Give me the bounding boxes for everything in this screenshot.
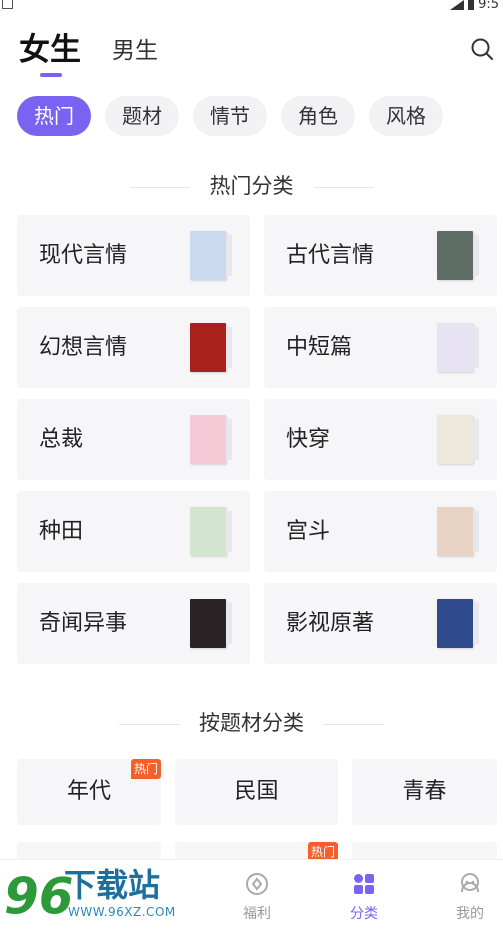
status-bar: 9:5 [0,0,503,14]
watermark-url: WWW.96XZ.COM [68,905,176,919]
hot-badge: 热门 [130,759,161,779]
category-label: 种田 [39,519,84,544]
book-cover [190,599,232,648]
hot-category-grid: 现代言情 古代言情 幻想言情 中短篇 总裁 快穿 种田 宫斗 奇闻异事 影视原著 [17,215,498,664]
book-cover [437,599,479,648]
search-icon[interactable] [470,37,494,61]
category-label: 古代言情 [286,243,375,268]
category-label: 快穿 [286,427,331,452]
category-card[interactable]: 幻想言情 [17,307,250,388]
tab-welfare[interactable]: 福利 [227,872,287,923]
category-label: 总裁 [39,427,84,452]
section-theme-label: 按题材分类 [199,711,304,735]
signal-icon [450,0,465,10]
section-theme-title: 按题材分类 [0,707,503,737]
section-hot-title: 热门分类 [0,170,503,200]
book-cover [190,415,232,464]
category-icon [354,874,374,894]
watermark-text: 下载站 [64,866,161,904]
category-card[interactable]: 奇闻异事 [17,583,250,664]
chip-theme[interactable]: 题材 [105,96,179,136]
tab-male[interactable]: 男生 [112,32,158,70]
theme-label: 年代 [66,779,111,804]
category-card[interactable]: 影视原著 [264,583,497,664]
status-time: 9:5 [478,0,499,12]
category-label: 奇闻异事 [39,611,128,636]
category-label: 现代言情 [39,243,128,268]
theme-card[interactable]: 民国 [175,759,338,825]
watermark-logo: 96 下载站 WWW.96XZ.COM [0,860,180,932]
category-card[interactable]: 古代言情 [264,215,497,296]
status-indicators: 9:5 [450,0,499,12]
gift-icon [246,873,268,895]
chip-role[interactable]: 角色 [281,96,355,136]
theme-label: 民国 [234,779,279,804]
category-card[interactable]: 快穿 [264,399,497,480]
profile-icon [461,873,479,893]
category-label: 影视原著 [286,611,375,636]
section-hot-label: 热门分类 [209,174,294,198]
chip-style[interactable]: 风格 [369,96,443,136]
chip-hot[interactable]: 热门 [17,96,91,136]
battery-icon [468,0,475,10]
category-card[interactable]: 中短篇 [264,307,497,388]
tab-mine-label: 我的 [456,906,484,922]
book-cover [190,231,232,280]
notification-icon [2,0,13,9]
theme-card[interactable]: 青春 [352,759,497,825]
category-label: 宫斗 [286,519,331,544]
divider [313,186,374,188]
category-card[interactable]: 种田 [17,491,250,572]
tab-welfare-label: 福利 [243,906,271,922]
category-card[interactable]: 现代言情 [17,215,250,296]
tab-category[interactable]: 分类 [334,872,394,923]
book-cover [190,323,232,372]
divider [119,723,179,725]
divider [324,723,384,725]
filter-chips: 热门 题材 情节 角色 风格 [17,96,443,136]
book-cover [437,323,479,372]
tab-mine[interactable]: 我的 [440,872,500,923]
theme-category-grid: 年代 热门 民国 青春 [17,759,498,825]
book-cover [437,415,479,464]
divider [129,186,190,188]
book-cover [190,507,232,556]
book-cover [437,507,479,556]
tab-category-label: 分类 [350,906,378,922]
tab-female[interactable]: 女生 [19,30,81,77]
chip-plot[interactable]: 情节 [193,96,267,136]
gender-tabs: 女生 男生 [19,30,158,77]
category-label: 幻想言情 [39,335,128,360]
book-cover [437,231,479,280]
theme-card[interactable]: 年代 热门 [17,759,161,825]
category-card[interactable]: 宫斗 [264,491,497,572]
category-card[interactable]: 总裁 [17,399,250,480]
theme-label: 青春 [402,779,447,804]
bottom-tab-bar: 96 下载站 WWW.96XZ.COM 福利 分类 我的 [0,859,503,932]
category-label: 中短篇 [286,335,353,360]
